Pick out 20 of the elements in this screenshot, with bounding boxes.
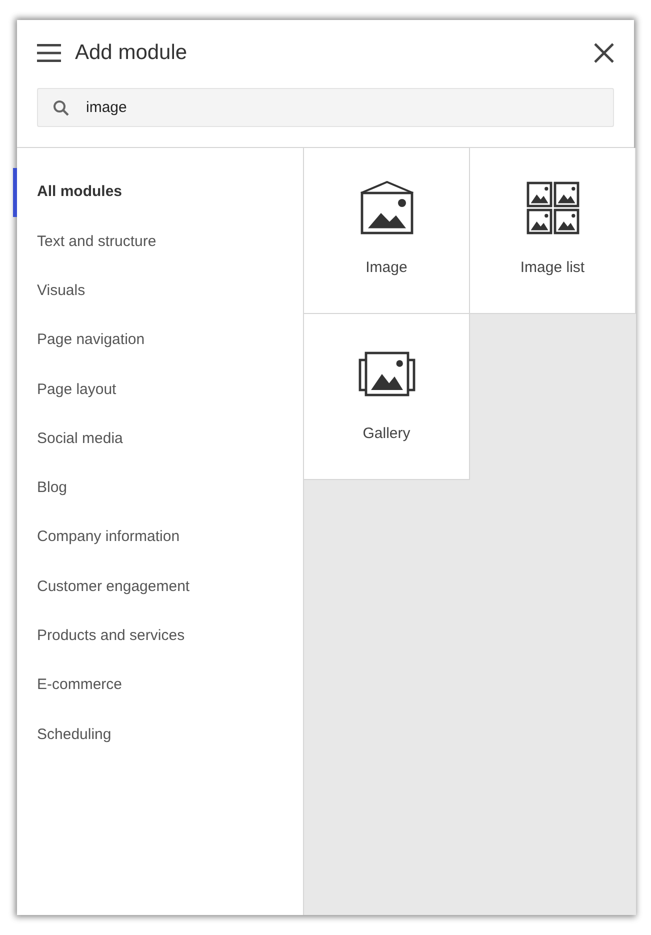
category-item[interactable]: Products and services bbox=[13, 612, 303, 661]
dialog-title: Add module bbox=[75, 40, 188, 66]
category-item[interactable]: Page navigation bbox=[13, 316, 303, 366]
search-field[interactable]: image bbox=[37, 88, 614, 127]
category-item[interactable]: Blog bbox=[13, 464, 303, 514]
category-item[interactable]: Customer engagement bbox=[13, 562, 303, 612]
module-tile[interactable]: Image bbox=[304, 148, 470, 314]
module-tile[interactable]: Image list bbox=[470, 148, 636, 314]
framed-picture-icon bbox=[360, 181, 414, 235]
category-item[interactable]: Social media bbox=[13, 414, 303, 464]
category-item[interactable]: E-commerce bbox=[13, 660, 303, 710]
category-item[interactable]: Text and structure bbox=[13, 217, 303, 267]
category-item[interactable]: Company information bbox=[13, 513, 303, 562]
module-tile[interactable]: Gallery bbox=[304, 314, 470, 480]
category-item[interactable]: Visuals bbox=[13, 266, 303, 316]
category-item[interactable]: Page layout bbox=[13, 365, 303, 414]
menu-icon[interactable] bbox=[37, 44, 61, 62]
category-item[interactable]: Scheduling bbox=[13, 710, 303, 760]
picture-grid-icon bbox=[526, 181, 580, 235]
close-button[interactable] bbox=[594, 43, 614, 63]
